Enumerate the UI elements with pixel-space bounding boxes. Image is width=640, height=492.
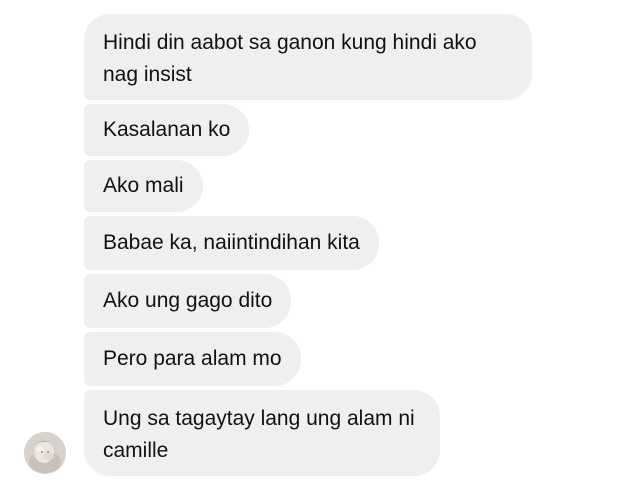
message-text: Kasalanan ko (103, 118, 231, 141)
avatar-image-icon (24, 432, 66, 474)
message-text: Babae ka, naiintindihan kita (103, 231, 360, 254)
message-bubble[interactable]: Kasalanan ko (84, 104, 250, 156)
user-avatar[interactable] (24, 432, 66, 474)
message-text: Hindi din aabot sa ganon kung hindi ako … (103, 31, 477, 86)
message-bubble[interactable]: Ako ung gago dito (84, 274, 292, 328)
message-thread: Hindi din aabot sa ganon kung hindi ako … (0, 0, 640, 492)
message-text: Pero para alam mo (103, 347, 282, 370)
message-bubble[interactable]: Hindi din aabot sa ganon kung hindi ako … (84, 14, 532, 100)
message-text: Ako ung gago dito (103, 289, 273, 312)
message-bubble[interactable]: Pero para alam mo (84, 332, 301, 386)
message-text: Ako mali (103, 174, 184, 197)
message-bubble[interactable]: Ako mali (84, 160, 203, 212)
message-bubble[interactable]: Ung sa tagaytay lang ung alam ni camille (84, 390, 440, 476)
message-bubble[interactable]: Babae ka, naiintindihan kita (84, 216, 379, 270)
message-text: Ung sa tagaytay lang ung alam ni camille (103, 407, 415, 462)
